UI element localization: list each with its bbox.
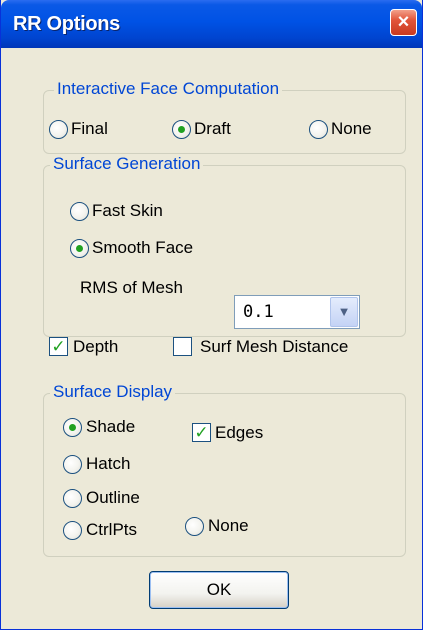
depth-label[interactable]: Depth xyxy=(73,337,118,357)
surf-mesh-distance-checkbox[interactable] xyxy=(173,337,192,356)
radio-final-label[interactable]: Final xyxy=(71,119,108,139)
edges-label[interactable]: Edges xyxy=(215,423,263,443)
radio-face-none[interactable] xyxy=(309,120,328,139)
radio-outline-label[interactable]: Outline xyxy=(86,488,140,508)
radio-face-none-label[interactable]: None xyxy=(331,119,372,139)
chevron-down-icon: ▼ xyxy=(337,304,351,319)
surf-mesh-distance-label[interactable]: Surf Mesh Distance xyxy=(200,337,348,357)
radio-shade[interactable] xyxy=(63,418,82,437)
radio-ctrlpts[interactable] xyxy=(63,521,82,540)
rr-options-dialog: RR Options × Interactive Face Computatio… xyxy=(0,0,423,630)
title-bar[interactable]: RR Options × xyxy=(1,0,422,48)
surface-display-legend: Surface Display xyxy=(50,382,176,402)
radio-outline[interactable] xyxy=(63,489,82,508)
radio-smooth-face[interactable] xyxy=(70,239,89,258)
radio-display-none[interactable] xyxy=(185,517,204,536)
radio-draft[interactable] xyxy=(172,120,191,139)
close-button[interactable]: × xyxy=(390,9,417,36)
radio-fast-skin[interactable] xyxy=(70,202,89,221)
surface-generation-legend: Surface Generation xyxy=(50,154,204,174)
radio-hatch-label[interactable]: Hatch xyxy=(86,454,130,474)
edges-checkbox[interactable]: ✓ xyxy=(192,423,211,442)
window-title: RR Options xyxy=(13,13,120,35)
radio-draft-label[interactable]: Draft xyxy=(194,119,231,139)
depth-check-icon: ✓ xyxy=(51,337,66,356)
radio-hatch[interactable] xyxy=(63,455,82,474)
radio-ctrlpts-label[interactable]: CtrlPts xyxy=(86,520,137,540)
radio-display-none-label[interactable]: None xyxy=(208,516,249,536)
close-icon: × xyxy=(397,11,410,33)
radio-fast-skin-label[interactable]: Fast Skin xyxy=(92,201,163,221)
radio-final[interactable] xyxy=(49,120,68,139)
radio-smooth-face-label[interactable]: Smooth Face xyxy=(92,238,193,258)
rms-of-mesh-label: RMS of Mesh xyxy=(80,278,183,297)
edges-check-icon: ✓ xyxy=(194,423,209,442)
radio-shade-label[interactable]: Shade xyxy=(86,417,135,437)
ok-button[interactable]: OK xyxy=(149,571,289,609)
interactive-face-legend: Interactive Face Computation xyxy=(54,79,283,99)
depth-checkbox[interactable]: ✓ xyxy=(49,337,68,356)
ok-button-label: OK xyxy=(206,580,232,599)
rms-of-mesh-value: 0.1 xyxy=(243,302,274,322)
rms-dropdown-button[interactable]: ▼ xyxy=(330,297,358,327)
rms-of-mesh-select[interactable]: 0.1 ▼ xyxy=(234,295,360,329)
